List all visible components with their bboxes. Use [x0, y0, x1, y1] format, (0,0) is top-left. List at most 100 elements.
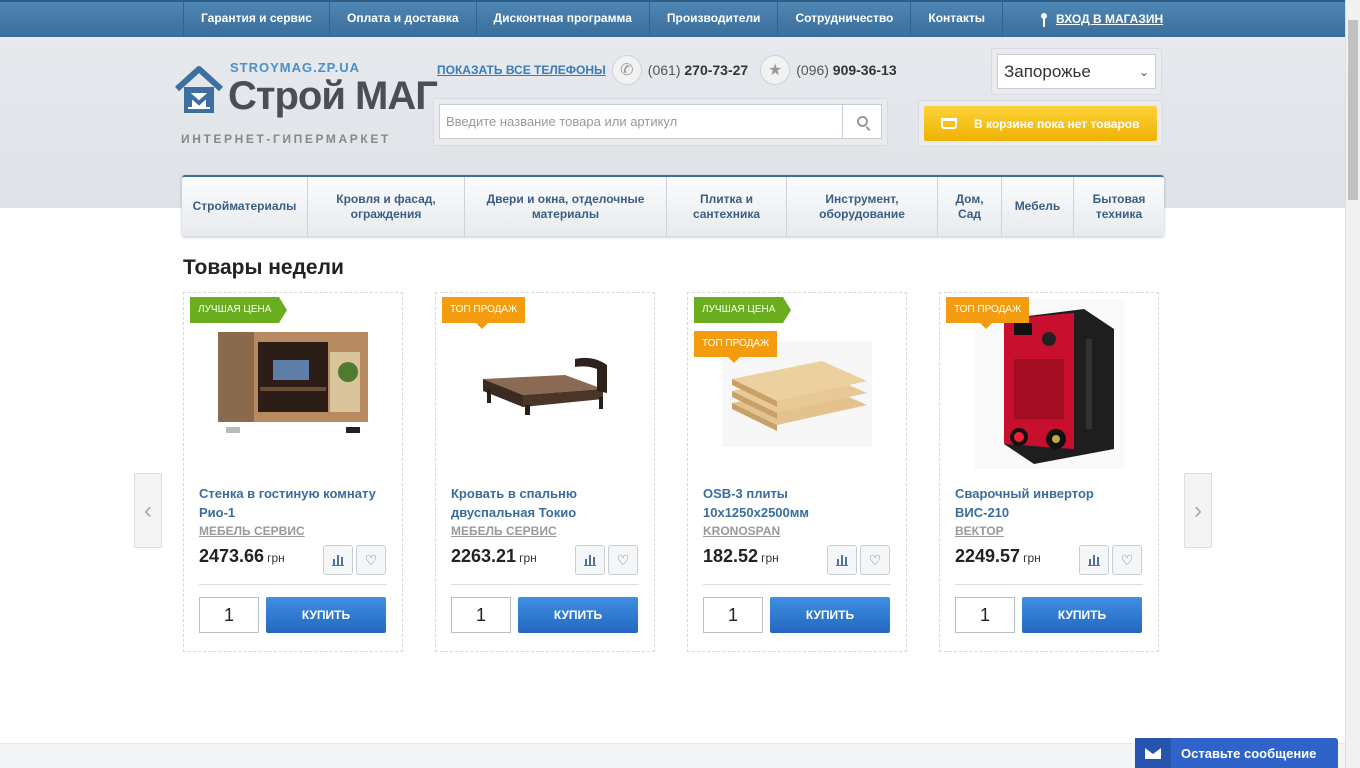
product-image[interactable] — [688, 299, 906, 469]
category-tiles-plumbing[interactable]: Плитка и сантехника — [667, 177, 787, 236]
city-select[interactable]: Запорожье ⌄ — [997, 54, 1156, 89]
wishlist-button[interactable]: ♡ — [1112, 545, 1142, 575]
buy-button[interactable]: КУПИТЬ — [266, 597, 386, 633]
login-label: ВХОД В МАГАЗИН — [1056, 12, 1164, 26]
logo[interactable]: STROYMAG.ZP.UA Строй МАГ ИНТЕРНЕТ-ГИПЕРМ… — [173, 60, 438, 150]
chat-widget-button[interactable]: Оставьте сообщение — [1135, 738, 1338, 768]
compare-button[interactable] — [323, 545, 353, 575]
compare-button[interactable] — [1079, 545, 1109, 575]
logo-name: Строй МАГ — [228, 74, 438, 118]
product-price: 182.52 грн — [703, 546, 779, 567]
wishlist-button[interactable]: ♡ — [608, 545, 638, 575]
cart-wrapper: В корзине пока нет товаров — [918, 100, 1163, 147]
product-name[interactable]: Кровать в спальню двуспальная Токио — [451, 484, 641, 522]
product-card: ЛУЧШАЯ ЦЕНА Стенка в гостиную комнату Ри… — [183, 292, 403, 652]
category-roofing[interactable]: Кровля и фасад, ограждения — [308, 177, 465, 236]
scrollbar-thumb[interactable] — [1348, 20, 1358, 200]
product-brand[interactable]: KRONOSPAN — [703, 524, 780, 538]
category-home-garden[interactable]: Дом, Сад — [938, 177, 1002, 236]
logo-site: STROYMAG.ZP.UA — [230, 60, 361, 75]
price-currency: грн — [761, 551, 779, 565]
category-doors-windows[interactable]: Двери и окна, отделочные материалы — [465, 177, 667, 236]
product-image[interactable] — [184, 299, 402, 469]
carousel-next-button[interactable]: › — [1184, 473, 1212, 548]
logo-tagline: ИНТЕРНЕТ-ГИПЕРМАРКЕТ — [181, 132, 391, 146]
star-icon: ★ — [760, 55, 791, 85]
quantity-input[interactable]: 1 — [451, 597, 511, 633]
category-building-materials[interactable]: Стройматериалы — [182, 177, 308, 236]
wishlist-button[interactable]: ♡ — [860, 545, 890, 575]
product-brand[interactable]: ВЕКТОР — [955, 524, 1004, 538]
phone-2-number: 909-36-13 — [832, 62, 897, 78]
city-select-value: Запорожье — [1004, 61, 1091, 81]
product-card: ТОП ПРОДАЖ Кровать в спальню двуспальная… — [435, 292, 655, 652]
top-nav-cooperation[interactable]: Сотрудничество — [777, 2, 910, 37]
show-all-phones-link[interactable]: ПОКАЗАТЬ ВСЕ ТЕЛЕФОНЫ — [437, 63, 606, 77]
top-nav-warranty[interactable]: Гарантия и сервис — [183, 2, 329, 37]
product-name[interactable]: OSB-3 плиты 10x1250x2500мм — [703, 484, 893, 522]
product-image[interactable] — [436, 299, 654, 469]
phone-2-code: (096) — [796, 62, 829, 78]
buy-button[interactable]: КУПИТЬ — [770, 597, 890, 633]
page-scrollbar[interactable] — [1345, 0, 1360, 768]
category-nav: Стройматериалы Кровля и фасад, ограждени… — [182, 175, 1164, 236]
badge-top-sales: ТОП ПРОДАЖ — [442, 297, 526, 329]
phone-icon: ✆ — [611, 55, 642, 85]
heart-icon: ♡ — [364, 552, 378, 568]
compare-button[interactable] — [575, 545, 605, 575]
house-logo-icon — [174, 66, 224, 113]
quantity-input[interactable]: 1 — [199, 597, 259, 633]
top-nav: Гарантия и сервис Оплата и доставка Диск… — [183, 2, 1003, 37]
top-nav-discount[interactable]: Дисконтная программа — [475, 2, 649, 37]
price-currency: грн — [267, 551, 285, 565]
search-input[interactable]: Введите название товара или артикул — [439, 104, 843, 139]
badge-top-sales: ТОП ПРОДАЖ — [694, 331, 778, 363]
top-nav-contacts[interactable]: Контакты — [910, 2, 1003, 37]
product-name[interactable]: Стенка в гостиную комнату Рио-1 — [199, 484, 389, 522]
compare-button[interactable] — [827, 545, 857, 575]
divider — [451, 584, 639, 585]
product-brand[interactable]: МЕБЕЛЬ СЕРВИС — [199, 524, 305, 538]
compare-icon — [584, 554, 596, 566]
product-list: ЛУЧШАЯ ЦЕНА Стенка в гостиную комнату Ри… — [183, 292, 1159, 652]
top-nav-payment[interactable]: Оплата и доставка — [328, 2, 476, 37]
chat-label: Оставьте сообщение — [1181, 745, 1317, 761]
phone-1-number: 270-73-27 — [684, 62, 749, 78]
product-image[interactable] — [940, 299, 1158, 469]
price-value: 182.52 — [703, 546, 759, 566]
top-nav-manufacturers[interactable]: Производители — [648, 2, 778, 37]
category-appliances[interactable]: Бытовая техника — [1074, 177, 1164, 236]
phone-2[interactable]: (096) 909-36-13 — [796, 62, 896, 78]
top-bar: Гарантия и сервис Оплата и доставка Диск… — [0, 0, 1345, 37]
compare-icon — [836, 554, 848, 566]
phones-block: ПОКАЗАТЬ ВСЕ ТЕЛЕФОНЫ ✆ (061) 270-73-27 … — [437, 54, 909, 86]
category-tools[interactable]: Инструмент, оборудование — [787, 177, 938, 236]
product-price: 2473.66 грн — [199, 546, 285, 567]
product-name[interactable]: Сварочный инвертор ВИС-210 — [955, 484, 1145, 522]
search-button[interactable] — [843, 104, 882, 139]
compare-icon — [332, 554, 344, 566]
chevron-down-icon: ⌄ — [1138, 64, 1149, 79]
badge-best-price: ЛУЧШАЯ ЦЕНА — [694, 297, 792, 323]
key-icon — [1040, 12, 1048, 27]
quantity-input[interactable]: 1 — [703, 597, 763, 633]
chevron-left-icon: ‹ — [144, 496, 152, 524]
category-furniture[interactable]: Мебель — [1002, 177, 1074, 236]
buy-button[interactable]: КУПИТЬ — [1022, 597, 1142, 633]
envelope-icon — [1135, 738, 1171, 768]
buy-button[interactable]: КУПИТЬ — [518, 597, 638, 633]
heart-icon: ♡ — [868, 552, 882, 568]
chevron-right-icon: › — [1194, 496, 1202, 524]
badge-best-price: ЛУЧШАЯ ЦЕНА — [190, 297, 288, 323]
divider — [199, 584, 387, 585]
cart-button[interactable]: В корзине пока нет товаров — [924, 106, 1157, 141]
wishlist-button[interactable]: ♡ — [356, 545, 386, 575]
quantity-input[interactable]: 1 — [955, 597, 1015, 633]
carousel-prev-button[interactable]: ‹ — [134, 473, 162, 548]
product-brand[interactable]: МЕБЕЛЬ СЕРВИС — [451, 524, 557, 538]
login-link[interactable]: ВХОД В МАГАЗИН — [1040, 2, 1163, 37]
divider — [703, 584, 891, 585]
phone-1[interactable]: (061) 270-73-27 — [648, 62, 748, 78]
price-value: 2263.21 — [451, 546, 517, 566]
search-icon — [856, 116, 868, 127]
